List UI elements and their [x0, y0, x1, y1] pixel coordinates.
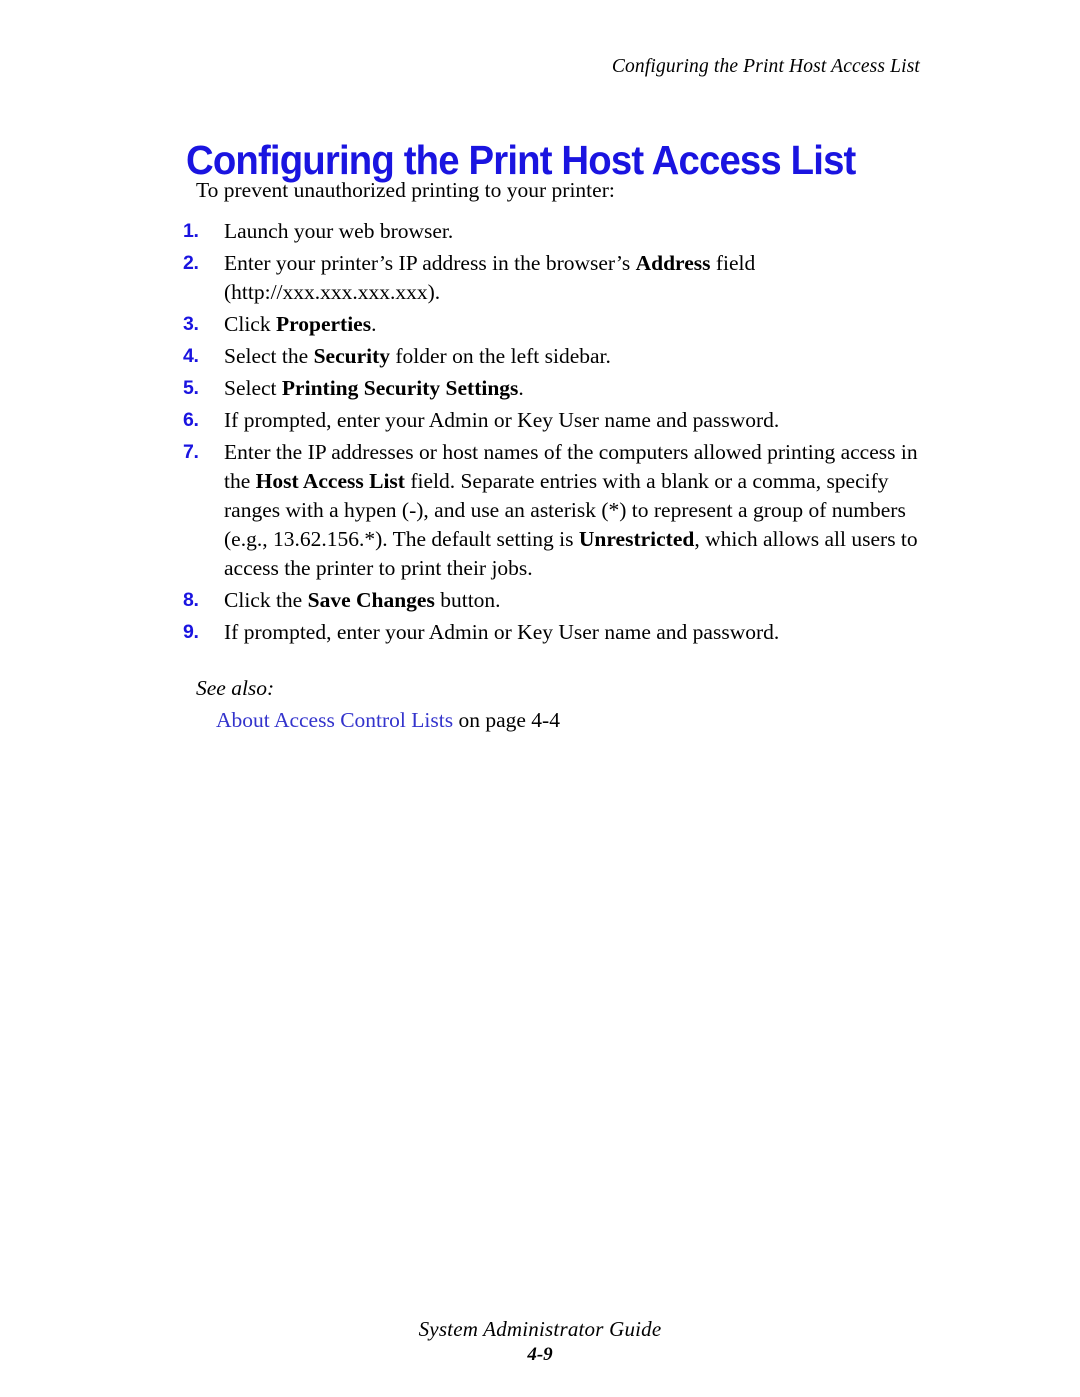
- step-text: Enter the IP addresses or host names of …: [224, 440, 918, 580]
- running-header: Configuring the Print Host Access List: [611, 56, 920, 77]
- footer-page-number: 4-9: [527, 1344, 553, 1365]
- step-number: 8.: [183, 589, 199, 611]
- step-text: If prompted, enter your Admin or Key Use…: [224, 620, 780, 644]
- step-text: Select Printing Security Settings.: [224, 376, 524, 400]
- cross-reference-page: on page 4-4: [453, 708, 560, 732]
- step-text: Select the Security folder on the left s…: [224, 344, 611, 368]
- procedure-step: 8. Click the Save Changes button.: [180, 586, 925, 615]
- page-content: To prevent unauthorized printing to your…: [180, 176, 925, 735]
- step-text: If prompted, enter your Admin or Key Use…: [224, 408, 780, 432]
- step-number: 4.: [183, 345, 199, 367]
- step-number: 3.: [183, 313, 199, 335]
- cross-reference-link[interactable]: About Access Control Lists: [216, 708, 453, 732]
- see-also-reference: About Access Control Lists on page 4-4: [216, 706, 925, 735]
- procedure-step: 3. Click Properties.: [180, 310, 925, 339]
- footer-guide-title: System Administrator Guide: [418, 1317, 662, 1341]
- step-text: Click Properties.: [224, 312, 377, 336]
- step-text: Enter your printer’s IP address in the b…: [224, 251, 756, 304]
- step-text: Click the Save Changes button.: [224, 588, 501, 612]
- step-text: Launch your web browser.: [224, 219, 454, 243]
- page-footer: System Administrator Guide 4-9: [0, 1316, 1080, 1367]
- step-number: 1.: [183, 220, 199, 242]
- step-number: 9.: [183, 621, 199, 643]
- procedure-step: 4. Select the Security folder on the lef…: [180, 342, 925, 371]
- step-number: 7.: [183, 441, 199, 463]
- procedure-step-list: 1. Launch your web browser. 2. Enter you…: [180, 217, 925, 647]
- step-number: 6.: [183, 409, 199, 431]
- procedure-step: 2. Enter your printer’s IP address in th…: [180, 249, 925, 307]
- procedure-step: 6. If prompted, enter your Admin or Key …: [180, 406, 925, 435]
- document-page: Configuring the Print Host Access List C…: [0, 0, 1080, 1397]
- procedure-step: 5. Select Printing Security Settings.: [180, 374, 925, 403]
- see-also-section: See also: About Access Control Lists on …: [180, 674, 925, 735]
- see-also-label: See also:: [196, 676, 275, 700]
- intro-paragraph: To prevent unauthorized printing to your…: [196, 178, 615, 202]
- procedure-step: 9. If prompted, enter your Admin or Key …: [180, 618, 925, 647]
- procedure-step: 7. Enter the IP addresses or host names …: [180, 438, 925, 583]
- step-number: 2.: [183, 252, 199, 274]
- step-number: 5.: [183, 377, 199, 399]
- procedure-step: 1. Launch your web browser.: [180, 217, 925, 246]
